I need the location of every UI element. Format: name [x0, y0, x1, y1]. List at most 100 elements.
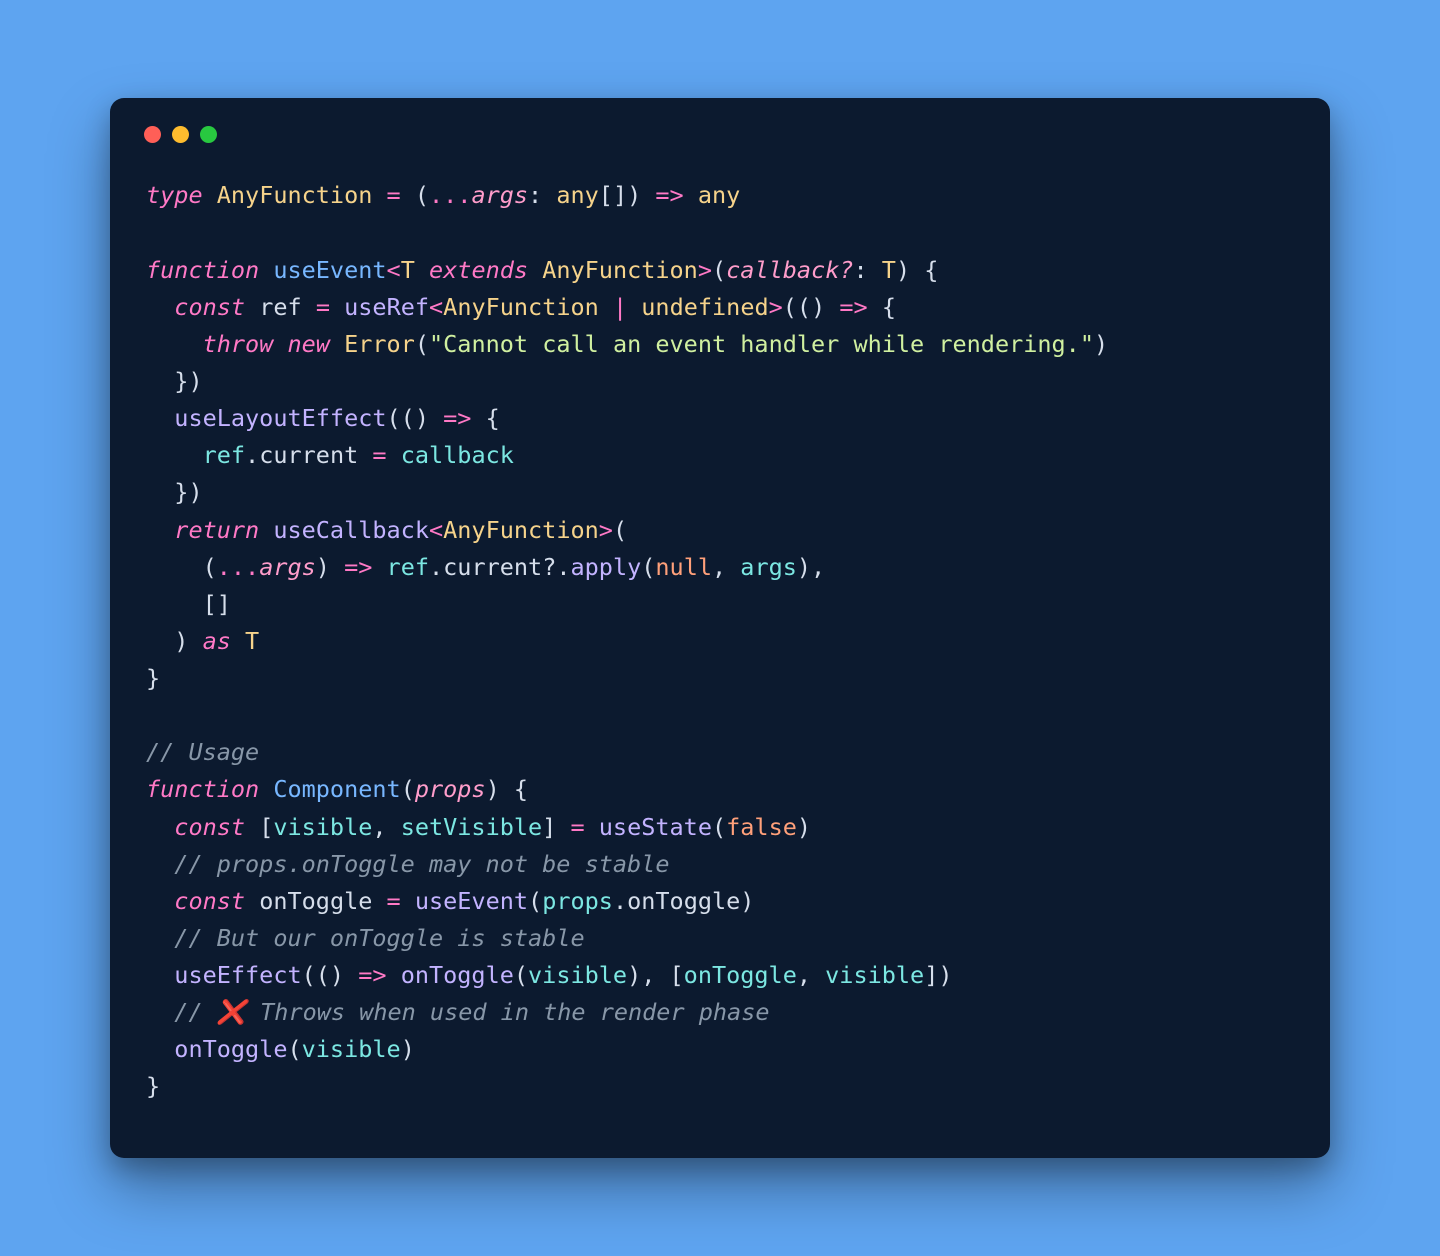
code-token: // But our onToggle is stable — [174, 924, 584, 952]
code-token — [146, 404, 174, 432]
code-block: type AnyFunction = (...args: any[]) => a… — [146, 177, 1294, 1105]
code-token: ), [ — [627, 961, 684, 989]
code-token: useEvent — [273, 256, 386, 284]
close-icon[interactable] — [144, 126, 161, 143]
code-token: = — [387, 887, 401, 915]
code-token: } — [146, 664, 160, 692]
code-token: ( — [401, 181, 429, 209]
code-token: callback? — [726, 256, 853, 284]
code-token: any — [698, 181, 740, 209]
code-token: args — [259, 553, 316, 581]
code-token: type — [146, 181, 203, 209]
code-token: . — [245, 441, 259, 469]
code-token: ref — [387, 553, 429, 581]
code-token — [146, 1035, 174, 1063]
code-token: ( — [415, 330, 429, 358]
code-token: AnyFunction — [217, 181, 373, 209]
code-token — [146, 850, 174, 878]
code-token: = — [372, 441, 386, 469]
code-token: useRef — [344, 293, 429, 321]
code-token — [387, 961, 401, 989]
code-token: ( — [514, 961, 528, 989]
code-token: > — [769, 293, 783, 321]
code-token: onToggle — [259, 887, 372, 915]
code-token: any — [556, 181, 598, 209]
code-token: function — [146, 256, 259, 284]
code-token: ]) — [924, 961, 952, 989]
code-token: (() — [783, 293, 840, 321]
code-token: ) — [740, 887, 754, 915]
code-token: ( — [401, 775, 415, 803]
code-token: > — [698, 256, 712, 284]
code-token: visible — [825, 961, 924, 989]
code-token — [146, 924, 174, 952]
code-token — [259, 256, 273, 284]
code-token: ) — [797, 813, 811, 841]
code-token: false — [726, 813, 797, 841]
code-token — [273, 330, 287, 358]
zoom-icon[interactable] — [200, 126, 217, 143]
code-token: onToggle — [401, 961, 514, 989]
code-token — [146, 813, 174, 841]
code-token: ... — [429, 181, 471, 209]
code-token: } — [146, 1072, 160, 1100]
code-token: ( — [528, 887, 542, 915]
code-token: ) — [401, 1035, 415, 1063]
code-token: T — [245, 627, 259, 655]
code-token: ), — [797, 553, 825, 581]
code-token: }) — [146, 478, 203, 506]
code-token: < — [429, 293, 443, 321]
code-token: visible — [302, 1035, 401, 1063]
code-token: T — [401, 256, 415, 284]
code-token: ( — [146, 553, 217, 581]
code-token — [146, 887, 174, 915]
code-token: : — [528, 181, 556, 209]
code-token — [330, 330, 344, 358]
code-token: , — [372, 813, 400, 841]
code-token: visible — [528, 961, 627, 989]
code-token: apply — [571, 553, 642, 581]
code-token: []) — [599, 181, 656, 209]
code-token: (() — [302, 961, 359, 989]
code-token: ... — [217, 553, 259, 581]
code-token: ( — [641, 553, 655, 581]
code-token: ( — [712, 813, 726, 841]
code-token: : — [854, 256, 882, 284]
code-token — [146, 961, 174, 989]
code-token: props — [415, 775, 486, 803]
code-token — [372, 887, 386, 915]
code-token — [245, 887, 259, 915]
code-token — [231, 627, 245, 655]
code-token — [302, 293, 316, 321]
code-token: ( — [613, 516, 627, 544]
code-token — [684, 181, 698, 209]
code-token: T — [882, 256, 896, 284]
code-token: . — [613, 887, 627, 915]
code-token — [259, 516, 273, 544]
code-token — [401, 887, 415, 915]
code-token — [372, 553, 386, 581]
code-token — [146, 441, 203, 469]
code-token: useState — [599, 813, 712, 841]
code-token: | — [613, 293, 627, 321]
code-token: setVisible — [401, 813, 542, 841]
code-token: ref — [259, 293, 301, 321]
code-token: Error — [344, 330, 415, 358]
code-token: . — [429, 553, 443, 581]
code-token: => — [443, 404, 471, 432]
minimize-icon[interactable] — [172, 126, 189, 143]
code-token: ( — [712, 256, 726, 284]
window-controls — [144, 126, 1294, 143]
code-token: }) — [146, 367, 203, 395]
code-token: return — [174, 516, 259, 544]
code-token: as — [203, 627, 231, 655]
code-token — [146, 998, 174, 1026]
code-token: onToggle — [174, 1035, 287, 1063]
code-token: { — [471, 404, 499, 432]
code-token: const — [174, 887, 245, 915]
code-token: throw — [203, 330, 274, 358]
code-token: ) — [1094, 330, 1108, 358]
code-token: < — [429, 516, 443, 544]
code-token: ] — [542, 813, 570, 841]
code-token: AnyFunction — [542, 256, 698, 284]
